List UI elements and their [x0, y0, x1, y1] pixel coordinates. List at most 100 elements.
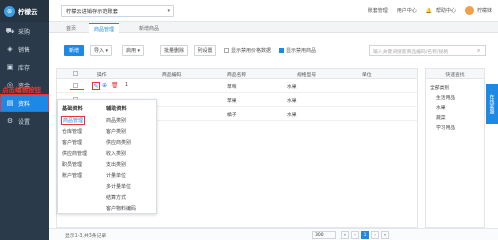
next-page-button[interactable]: › — [371, 231, 379, 239]
sidebar-item-label: 库存 — [18, 64, 31, 72]
chevron-down-icon: ▾ — [135, 47, 141, 54]
menu-item-unit[interactable]: 计量单位 — [106, 172, 126, 179]
sidebar-item-label: 销售 — [18, 46, 31, 54]
top-bar: 柠檬云进销存示范账套 ▾ 账套管理 用户中心 🔔 帮助中心 柠檬妹 — [49, 0, 498, 22]
search-icon[interactable]: ⌕ — [477, 47, 480, 55]
top-links: 账套管理 用户中心 🔔 帮助中心 柠檬妹 — [368, 6, 498, 15]
sidebar: ⊙ 柠檬云 ⛟ 采购 ◈ 销售 ▣ 库存 ◎ 资金 ▤ 资料 ⚙ 设置 — [0, 0, 49, 240]
show-disabled-price-label: 显示禁用价格数据 — [231, 48, 272, 54]
sidebar-item-label: 采购 — [18, 28, 31, 36]
table-footer: 显示1-3,共3条记录 300 « ‹ 1 › » — [49, 228, 498, 240]
tab-product-management[interactable]: 商品管理 — [89, 23, 120, 33]
chevron-down-icon: ▾ — [167, 8, 170, 14]
menu-item-settlement[interactable]: 结算方式 — [106, 194, 126, 201]
checkbox-checked-icon — [279, 48, 284, 53]
edit-button-callout: 点击编辑按钮 — [2, 86, 41, 94]
menu-item-product-category[interactable]: 商品类别 — [106, 117, 126, 124]
category-tree-item[interactable]: 水果 — [436, 104, 446, 111]
menu-item-customer-material-code[interactable]: 客户物料编码 — [106, 205, 136, 212]
last-page-button[interactable]: » — [381, 231, 389, 239]
cell-name: 橘子 — [227, 113, 237, 118]
menu-item-supplier[interactable]: 供应商管理 — [62, 150, 87, 157]
prev-page-button[interactable]: ‹ — [351, 231, 359, 239]
menu-item-warehouse[interactable]: 仓库管理 — [62, 128, 82, 135]
sidebar-item-sales[interactable]: ◈ 销售 — [0, 40, 49, 58]
column-settings-button[interactable]: 列设置 — [194, 45, 216, 56]
menu-item-staff[interactable]: 职员管理 — [62, 161, 82, 168]
user-name[interactable]: 柠檬妹 — [477, 7, 492, 14]
quick-find-panel: 快速查找 全部类别 生活用品 水果 蔬菜 学习用品 — [425, 68, 485, 228]
logo-text: 柠檬云 — [18, 8, 38, 16]
toolbar: 新增 导入 ▾ 启用 ▾ 批量删除 列设置 显示禁用价格数据 显示禁用商品 输入… — [49, 36, 498, 60]
category-tree-item[interactable]: 蔬菜 — [436, 114, 446, 121]
menu-item-income-category[interactable]: 收入类别 — [106, 150, 126, 157]
menu-item-expense-category[interactable]: 支出类别 — [106, 161, 126, 168]
select-all-checkbox[interactable] — [73, 71, 78, 76]
import-button[interactable]: 导入 ▾ — [90, 45, 112, 56]
gear-icon: ⚙ — [6, 117, 14, 125]
sidebar-item-data[interactable]: ▤ 资料 — [0, 94, 49, 112]
import-label: 导入 — [93, 48, 104, 54]
edit-icon[interactable]: ✎ — [92, 82, 100, 90]
show-disabled-goods-label: 显示禁用商品 — [286, 48, 317, 54]
show-disabled-price-checkbox[interactable]: 显示禁用价格数据 — [224, 47, 271, 54]
trash-icon[interactable]: 🗑 — [111, 82, 119, 89]
chevron-down-icon: ▾ — [103, 47, 109, 54]
column-header: 操作 — [97, 73, 107, 78]
column-header[interactable]: 单位 — [362, 71, 372, 78]
add-button[interactable]: 新增 — [64, 45, 84, 56]
category-tree-item[interactable]: 学习用品 — [436, 124, 455, 131]
sidebar-item-settings[interactable]: ⚙ 设置 — [0, 112, 49, 130]
tab-new-product[interactable]: 新增商品 — [134, 23, 164, 33]
checkbox-icon — [224, 48, 229, 53]
page-size-select[interactable]: 300 — [312, 231, 336, 239]
user-center-link[interactable]: 用户中心 — [397, 7, 417, 14]
sidebar-item-inventory[interactable]: ▣ 库存 — [0, 58, 49, 76]
column-header[interactable]: 商品名称 — [227, 71, 246, 78]
account-management-link[interactable]: 账套管理 — [368, 7, 388, 14]
tab-home[interactable]: 首页 — [61, 23, 81, 33]
sidebar-item-label: 设置 — [18, 118, 31, 126]
record-count: 显示1-3,共3条记录 — [65, 234, 107, 239]
menu-item-product-management[interactable]: 商品管理 — [61, 116, 86, 125]
sidebar-item-label: 资料 — [18, 100, 31, 108]
enable-button[interactable]: 启用 ▾ — [122, 45, 144, 56]
table-row[interactable]: ✎ ⊕ 🗑 1 草莓 水果 — [57, 79, 417, 93]
cell-name: 草莓 — [227, 85, 237, 90]
category-tree-item[interactable]: 全部类别 — [430, 84, 449, 91]
cell-name: 苹果 — [227, 99, 237, 104]
row-checkbox[interactable] — [73, 83, 78, 88]
column-header[interactable]: 规格型号 — [297, 71, 316, 78]
menu-item-customer-category[interactable]: 客户类别 — [106, 128, 126, 135]
table-header: 操作 商品编码 商品名称 规格型号 单位 — [57, 69, 417, 79]
menu-item-account[interactable]: 账户管理 — [62, 172, 82, 179]
category-tree-item[interactable]: 生活用品 — [436, 94, 455, 101]
show-disabled-goods-checkbox[interactable]: 显示禁用商品 — [279, 47, 316, 54]
cell-unit: 水果 — [287, 113, 297, 118]
bell-icon[interactable]: 🔔 — [426, 8, 432, 14]
cell-code: 1 — [125, 83, 129, 88]
avatar[interactable] — [464, 6, 474, 15]
menu-item-supplier-category[interactable]: 供应商类别 — [106, 139, 131, 146]
first-page-button[interactable]: « — [341, 231, 349, 239]
cell-unit: 水果 — [287, 99, 297, 104]
logo-icon: ⊙ — [4, 5, 15, 17]
tab-bar: 首页 商品管理 新增商品 — [49, 22, 498, 33]
logo: ⊙ 柠檬云 — [0, 0, 49, 22]
menu-item-multi-unit[interactable]: 多计量单位 — [106, 183, 131, 190]
cell-unit: 水果 — [287, 85, 297, 90]
online-service-button[interactable]: 在线客服 — [486, 84, 498, 124]
menu-item-customer[interactable]: 客户管理 — [62, 139, 82, 146]
current-page[interactable]: 1 — [361, 231, 369, 239]
column-header[interactable]: 商品编码 — [162, 71, 181, 78]
quick-find-title: 快速查找 — [426, 69, 484, 79]
help-center-link[interactable]: 帮助中心 — [436, 7, 456, 14]
search-input[interactable]: 输入关键词搜索商品编码/名称/规格 — [369, 45, 486, 56]
account-select-value: 柠檬云进销存示范账套 — [66, 9, 118, 15]
sidebar-item-purchase[interactable]: ⛟ 采购 — [0, 22, 49, 40]
document-icon: ▤ — [6, 99, 14, 107]
bulk-delete-button[interactable]: 批量删除 — [160, 45, 188, 56]
menu-basic-title: 基础资料 — [62, 106, 83, 112]
account-select[interactable]: 柠檬云进销存示范账套 ▾ — [61, 5, 174, 17]
copy-icon[interactable]: ⊕ — [102, 82, 107, 89]
